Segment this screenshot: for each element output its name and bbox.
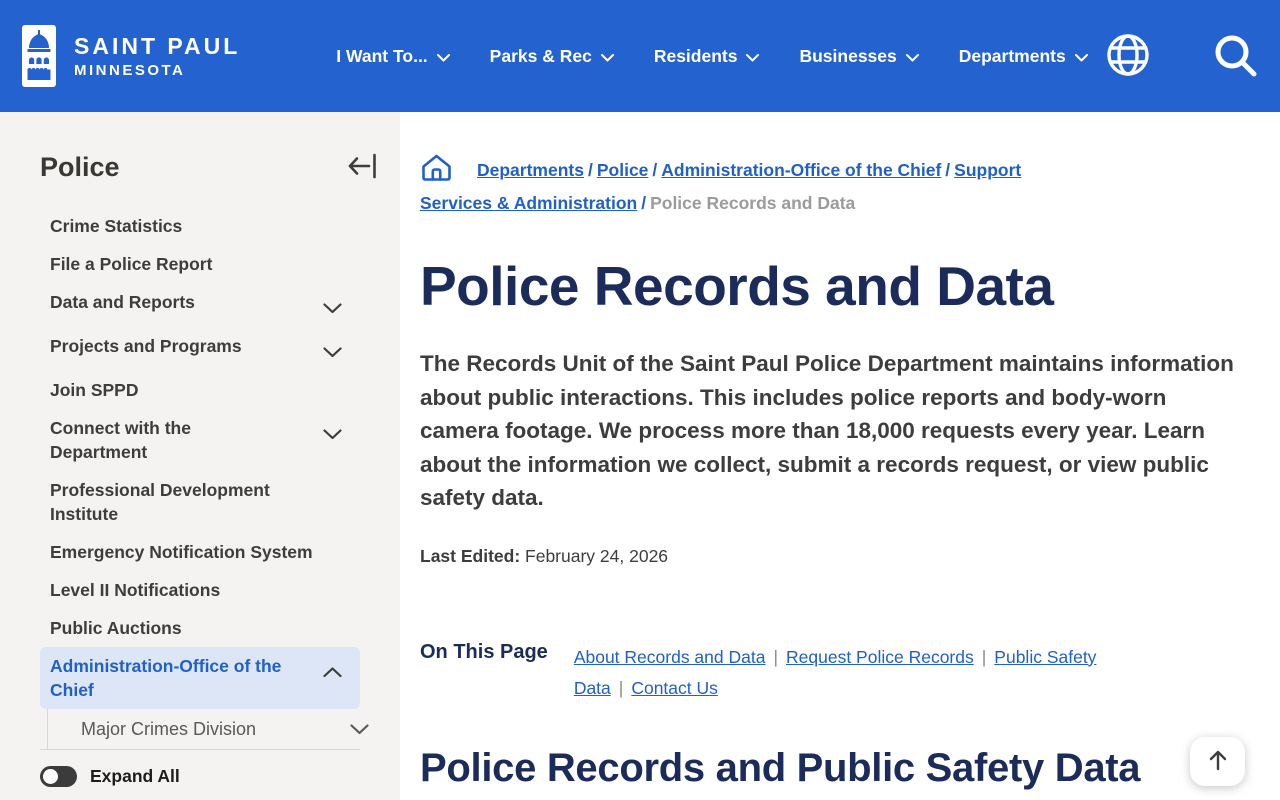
last-edited: Last Edited: February 24, 2026 <box>420 546 1250 567</box>
sidebar-menu: Crime Statistics File a Police Report Da… <box>0 207 400 709</box>
collapse-sidebar-button[interactable] <box>346 152 378 183</box>
search-button[interactable] <box>1212 32 1258 81</box>
sidebar-item-label: Crime Statistics <box>50 216 183 236</box>
scroll-to-top-button[interactable] <box>1190 737 1245 786</box>
expand-all-label: Expand All <box>90 766 180 786</box>
on-page-separator: | <box>618 677 624 698</box>
primary-nav: I Want To... Parks & Rec Residents Busin… <box>336 45 1088 67</box>
nav-item-label: Departments <box>958 45 1066 66</box>
sidebar-item-label: Professional Development Institute <box>50 480 270 524</box>
on-page-link-request-police-records[interactable]: Request Police Records <box>786 647 974 667</box>
header-icons <box>1104 31 1258 82</box>
sidebar-item-label: Level II Notifications <box>50 580 221 600</box>
chevron-down-icon <box>600 46 614 67</box>
globe-icon <box>1104 31 1152 82</box>
sidebar-item-level-ii-notifications[interactable]: Level II Notifications <box>40 571 360 609</box>
chevron-down-icon <box>746 46 760 67</box>
breadcrumb: Departments / Police / Administration-Office… <box>420 153 1032 217</box>
nav-item-departments[interactable]: Departments <box>959 46 1088 67</box>
submenu-divider <box>40 749 360 750</box>
sidebar-item-projects-and-programs[interactable]: Projects and Programs <box>40 327 360 371</box>
sidebar-title: Police <box>40 152 120 182</box>
breadcrumb-separator: / <box>945 160 951 180</box>
last-edited-label: Last Edited: <box>420 545 521 566</box>
nav-item-businesses[interactable]: Businesses <box>799 45 919 67</box>
breadcrumb-separator: / <box>587 160 593 180</box>
logo-text: SAINT PAUL MINNESOTA <box>74 33 240 79</box>
nav-item-label: Businesses <box>799 45 897 66</box>
on-page-separator: | <box>773 646 779 667</box>
nav-item-residents[interactable]: Residents <box>654 46 760 67</box>
chevron-down-icon <box>323 422 342 446</box>
sidebar: Police Crime Statistics File a Police Re… <box>0 112 400 800</box>
sidebar-item-file-a-police-report[interactable]: File a Police Report <box>40 245 360 283</box>
chevron-down-icon <box>905 46 919 67</box>
nav-item-label: I Want To... <box>336 45 428 66</box>
home-icon[interactable] <box>420 153 453 190</box>
expand-all-toggle[interactable] <box>40 766 77 787</box>
language-globe-button[interactable] <box>1104 31 1152 82</box>
chevron-down-icon <box>323 296 342 320</box>
expand-all-row: Expand All <box>40 766 400 787</box>
logo-title: SAINT PAUL <box>74 33 241 59</box>
sidebar-item-administration-office-of-the-chief[interactable]: Administration-Office of the Chief <box>40 647 360 709</box>
main-content: Departments / Police / Administration-Office… <box>400 112 1280 800</box>
nav-item-i-want-to[interactable]: I Want To... <box>336 45 450 67</box>
on-page-separator: | <box>981 646 987 667</box>
toggle-knob <box>43 769 58 784</box>
breadcrumb-current: Police Records and Data <box>650 193 856 213</box>
search-icon <box>1212 32 1258 81</box>
breadcrumb-link-departments[interactable]: Departments <box>477 160 584 180</box>
nav-item-label: Residents <box>653 45 738 66</box>
sidebar-item-join-sppd[interactable]: Join SPPD <box>40 371 360 409</box>
nav-item-label: Parks & Rec <box>489 45 592 66</box>
sidebar-item-data-and-reports[interactable]: Data and Reports <box>40 283 360 327</box>
sidebar-item-label: Administration-Office of the Chief <box>50 656 282 700</box>
chevron-up-icon <box>323 660 342 684</box>
sidebar-item-label: Connect with the Department <box>50 418 191 462</box>
chevron-down-icon <box>1074 46 1088 67</box>
sidebar-item-connect-with-the-department[interactable]: Connect with the Department <box>40 409 360 471</box>
chevron-down-icon <box>350 717 369 741</box>
nav-item-parks-rec[interactable]: Parks & Rec <box>490 46 614 67</box>
sidebar-submenu: Major Crimes Division <box>47 709 400 749</box>
section-heading: Police Records and Public Safety Data <box>420 745 1141 790</box>
page-title: Police Records and Data <box>420 255 1054 317</box>
sidebar-item-crime-statistics[interactable]: Crime Statistics <box>40 207 360 245</box>
sidebar-item-professional-development-institute[interactable]: Professional Development Institute <box>40 471 360 533</box>
on-this-page-label: On This Page <box>420 640 548 663</box>
sidebar-item-label: Join SPPD <box>50 380 139 400</box>
sidebar-item-label: Emergency Notification System <box>50 542 313 562</box>
site-header: SAINT PAUL MINNESOTA I Want To... Parks … <box>0 0 1280 112</box>
breadcrumb-link-police[interactable]: Police <box>597 160 649 180</box>
lead-paragraph: The Records Unit of the Saint Paul Polic… <box>420 351 1234 510</box>
sidebar-item-label: Data and Reports <box>50 292 195 312</box>
sidebar-item-label: Public Auctions <box>50 618 182 638</box>
sidebar-item-emergency-notification-system[interactable]: Emergency Notification System <box>40 533 360 571</box>
sidebar-item-label: File a Police Report <box>50 254 213 274</box>
breadcrumb-link-administration-office-of-the-chief[interactable]: Administration-Office of the Chief <box>661 160 941 180</box>
chevron-down-icon <box>323 340 342 364</box>
sidebar-subitem-major-crimes-division[interactable]: Major Crimes Division <box>48 709 400 749</box>
on-page-link-about-records-and-data[interactable]: About Records and Data <box>574 647 766 667</box>
sidebar-item-label: Projects and Programs <box>50 336 242 356</box>
site-logo[interactable]: SAINT PAUL MINNESOTA <box>22 25 240 87</box>
arrow-up-icon <box>1207 748 1229 775</box>
capitol-icon <box>22 25 56 87</box>
breadcrumb-separator: / <box>652 160 658 180</box>
on-page-link-contact-us[interactable]: Contact Us <box>631 678 718 698</box>
sidebar-item-public-auctions[interactable]: Public Auctions <box>40 609 360 647</box>
collapse-arrow-icon <box>346 153 378 183</box>
last-edited-value: February 24, 2026 <box>525 545 669 566</box>
logo-subtitle: MINNESOTA <box>74 62 186 79</box>
on-this-page-links: About Records and Data | Request Police Re… <box>574 642 1194 704</box>
chevron-down-icon <box>436 46 450 67</box>
sidebar-subitem-label: Major Crimes Division <box>81 719 257 739</box>
on-this-page: On This Page About Records and Data | Requ… <box>420 641 1250 704</box>
breadcrumb-separator: / <box>641 193 647 213</box>
